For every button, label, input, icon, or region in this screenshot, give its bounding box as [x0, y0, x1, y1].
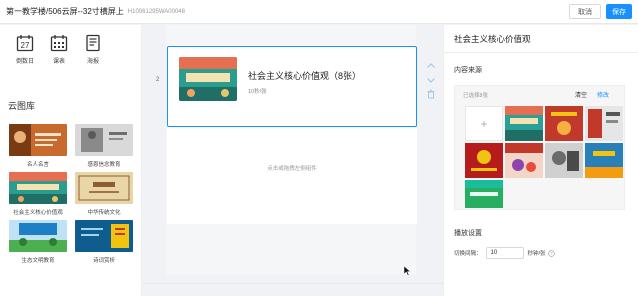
library-item[interactable]: 生态文明教育: [9, 220, 67, 264]
widget-poster[interactable]: 海报: [76, 34, 110, 65]
widget-label: 课表: [52, 59, 65, 65]
library-item-label: 感恩信念教育: [87, 162, 121, 168]
switch-interval-unit: 秒钟/张: [527, 251, 546, 257]
selected-count: 已选择8张: [463, 93, 489, 99]
library-item-label: 中华传统文化: [87, 210, 121, 216]
slot-title: 社会主义核心价值观（8张）: [248, 71, 362, 81]
library-item-label: 诗词赏析: [92, 258, 115, 264]
top-bar: 第一教学楼/506云屏--32寸横屏上 H10061295WA00048 取消 …: [0, 0, 638, 24]
library-thumbnail: [9, 172, 67, 204]
slot-duration: 10秒/张: [248, 89, 267, 95]
library-item[interactable]: 诗词赏析: [75, 220, 133, 264]
widget-timetable[interactable]: 课表: [42, 34, 76, 65]
source-image[interactable]: [545, 106, 583, 141]
source-image[interactable]: [545, 143, 583, 178]
library-item-label: 名人名言: [26, 162, 49, 168]
dropzone-hint: 点击或拖拽左侧组件: [267, 166, 317, 172]
slot-index: 2: [156, 77, 160, 83]
poster-icon: [86, 34, 100, 52]
cancel-button[interactable]: 取消: [569, 4, 601, 19]
delete-icon[interactable]: [426, 89, 436, 99]
widget-label: 海报: [86, 59, 99, 65]
switch-interval-input[interactable]: 10: [485, 247, 524, 259]
widget-toolbar: 27 倒数日 课表 海报: [0, 25, 141, 65]
source-image[interactable]: [585, 143, 623, 178]
switch-interval-label: 切换间隔：: [454, 251, 482, 257]
library-thumbnail: [9, 220, 67, 252]
library-title: 云图库: [8, 101, 36, 111]
content-source-title: 内容来源: [454, 67, 482, 74]
content-source-box: 已选择8张 清空 修改 +: [454, 85, 625, 210]
page-title: 第一教学楼/506云屏--32寸横屏上: [6, 7, 124, 16]
library-item-label: 生态文明教育: [21, 258, 55, 264]
help-icon[interactable]: ?: [547, 249, 555, 257]
edit-button[interactable]: 修改: [597, 90, 609, 99]
library-thumbnail: [9, 124, 67, 156]
clear-button[interactable]: 清空: [575, 90, 587, 99]
mouse-cursor-icon: [404, 266, 411, 276]
library-item[interactable]: 中华传统文化: [75, 172, 133, 216]
add-image-button[interactable]: +: [465, 106, 503, 141]
slot-selected[interactable]: 社会主义核心价值观（8张） 10秒/张: [167, 46, 417, 127]
slot-tools: [425, 61, 437, 103]
left-sidebar: 27 倒数日 课表 海报 云图库 名人名言 感恩信念教育 社会主义核心价值观 中…: [0, 25, 142, 296]
save-button[interactable]: 保存: [606, 4, 632, 19]
source-image[interactable]: [465, 143, 503, 178]
library-thumbnail: [75, 124, 133, 156]
plus-icon: +: [480, 116, 488, 131]
library-thumbnail: [75, 220, 133, 252]
widget-label: 倒数日: [15, 59, 34, 65]
widget-countdown[interactable]: 27 倒数日: [8, 34, 42, 65]
slot-empty-dropzone[interactable]: 点击或拖拽左侧组件: [167, 128, 417, 224]
library-item[interactable]: 名人名言: [9, 124, 67, 168]
library-grid: 名人名言 感恩信念教育 社会主义核心价值观 中华传统文化 生态文明教育 诗词赏析: [0, 124, 141, 268]
playback-settings-title: 播放设置: [454, 230, 482, 237]
svg-text:?: ?: [550, 251, 553, 256]
divider: [444, 52, 638, 53]
source-image[interactable]: [505, 143, 543, 178]
slot-thumbnail: [179, 57, 237, 101]
layout-canvas: 2 社会主义核心价值观（8张） 10秒/张 点击或拖拽左侧组件: [143, 25, 443, 296]
calendar-27-icon: 27: [16, 35, 34, 52]
library-thumbnail: [75, 172, 133, 204]
library-item-label: 社会主义核心价值观: [13, 210, 63, 216]
source-image[interactable]: [505, 106, 543, 141]
source-image[interactable]: [585, 106, 623, 141]
move-up-icon[interactable]: [426, 61, 436, 71]
library-item[interactable]: 感恩信念教育: [75, 124, 133, 168]
device-id: H10061295WA00048: [127, 8, 185, 15]
source-image[interactable]: [465, 180, 503, 208]
library-item[interactable]: 社会主义核心价值观: [9, 172, 67, 216]
svg-text:27: 27: [21, 41, 30, 50]
panel-title: 社会主义核心价值观: [454, 34, 531, 44]
app-root: 第一教学楼/506云屏--32寸横屏上 H10061295WA00048 取消 …: [0, 0, 638, 296]
move-down-icon[interactable]: [426, 75, 436, 85]
switch-interval-row: 切换间隔： 10 秒钟/张 ?: [454, 247, 555, 259]
properties-panel: 社会主义核心价值观 内容来源 已选择8张 清空 修改 + 播放设置 切换间隔： …: [443, 25, 638, 296]
timetable-icon: [50, 35, 68, 52]
divider: [143, 283, 443, 284]
